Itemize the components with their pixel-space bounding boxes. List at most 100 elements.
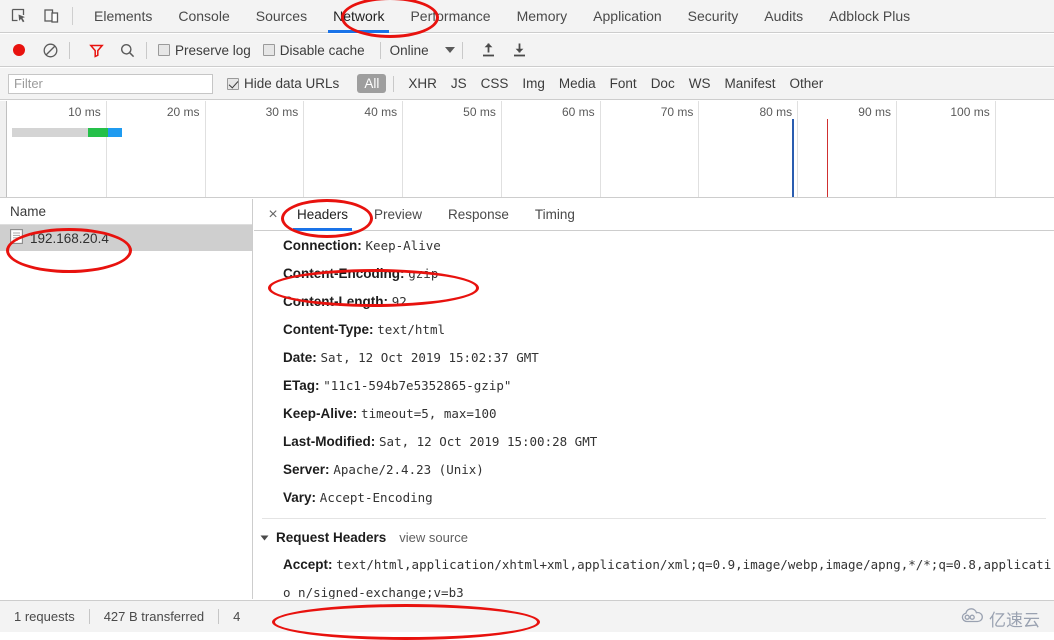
timeline-request-bar — [0, 128, 1054, 137]
header-value: Apache/2.4.23 (Unix) — [333, 462, 484, 477]
hide-data-urls-checkbox[interactable]: Hide data URLs — [227, 76, 339, 91]
chevron-down-icon[interactable] — [260, 535, 269, 541]
filter-type-other[interactable]: Other — [782, 74, 830, 93]
status-bar: 1 requests 427 B transferred 4 — [0, 600, 1054, 632]
timeline-left-handle[interactable] — [0, 101, 7, 197]
disable-cache-label: Disable cache — [279, 42, 365, 58]
watermark: 亿速云 — [961, 606, 1040, 631]
filter-type-ws[interactable]: WS — [682, 74, 718, 93]
header-row-keep-alive: Keep-Alive: timeout=5, max=100 — [254, 400, 1054, 428]
timeline-bar-segment — [11, 128, 88, 137]
toolbar-divider — [379, 41, 381, 59]
timeline-tick — [895, 101, 897, 197]
request-headers-section-header[interactable]: Request Headers view source — [254, 525, 1054, 551]
detail-tab-bar: × Headers Preview Response Timing — [254, 199, 1054, 231]
filter-type-font[interactable]: Font — [603, 74, 644, 93]
tab-network[interactable]: Network — [320, 0, 397, 33]
filter-type-doc[interactable]: Doc — [644, 74, 682, 93]
filter-type-media[interactable]: Media — [552, 74, 603, 93]
timeline-bar-segment — [87, 128, 108, 137]
device-toolbar-icon[interactable] — [38, 3, 64, 29]
cloud-icon — [961, 608, 985, 629]
toolbar-divider — [146, 41, 147, 59]
import-har-icon[interactable] — [477, 38, 501, 62]
inspect-element-icon[interactable] — [6, 3, 32, 29]
filter-type-js[interactable]: JS — [444, 74, 474, 93]
header-value: text/html — [377, 322, 445, 337]
header-name: Last-Modified: — [283, 434, 376, 449]
filter-type-css[interactable]: CSS — [474, 74, 516, 93]
view-source-link[interactable]: view source — [399, 525, 468, 551]
timeline-tick — [599, 101, 601, 197]
request-row-192-168-20-4[interactable]: 192.168.20.4 — [0, 225, 252, 251]
timeline-tick-label: 90 ms — [858, 105, 891, 119]
header-row-content-encoding: Content-Encoding: gzip — [254, 260, 1054, 288]
preserve-log-label: Preserve log — [175, 42, 251, 58]
tab-adblock-plus[interactable]: Adblock Plus — [816, 0, 923, 33]
timeline-tick-label: 60 ms — [561, 105, 595, 119]
hide-data-urls-checkbox-box[interactable] — [227, 77, 239, 90]
hide-data-urls-label: Hide data URLs — [244, 76, 340, 91]
document-icon — [10, 229, 23, 247]
filter-type-xhr[interactable]: XHR — [401, 74, 444, 93]
tab-response[interactable]: Response — [435, 199, 522, 231]
status-transferred: 427 B transferred — [103, 609, 205, 624]
timeline-tick — [698, 101, 700, 197]
throttling-select[interactable]: Online — [390, 43, 429, 58]
timeline-tick-label: 70 ms — [660, 105, 694, 119]
tab-elements[interactable]: Elements — [81, 0, 165, 33]
header-row-content-length: Content-Length: 92 — [254, 288, 1054, 316]
filter-type-manifest[interactable]: Manifest — [717, 74, 782, 93]
tab-memory[interactable]: Memory — [504, 0, 581, 33]
panel-tabs: Elements Console Sources Network Perform… — [81, 0, 923, 33]
chevron-down-icon[interactable] — [444, 47, 455, 53]
section-divider — [262, 518, 1046, 519]
filter-type-img[interactable]: Img — [515, 74, 552, 93]
headers-scroll-area[interactable]: Connection: Keep-Alive Content-Encoding:… — [254, 232, 1054, 599]
tab-preview[interactable]: Preview — [361, 199, 435, 231]
filter-input[interactable] — [8, 73, 213, 94]
network-timeline-overview[interactable]: 10 ms 20 ms 30 ms 40 ms 50 ms 60 ms 70 ms 80 ms… — [0, 101, 1054, 198]
tab-timing[interactable]: Timing — [522, 199, 588, 231]
disable-cache-checkbox-box[interactable] — [262, 44, 275, 56]
timeline-bar-segment — [107, 128, 122, 137]
timeline-tick — [994, 101, 996, 197]
header-name: Content-Encoding: — [283, 266, 405, 281]
tab-audits[interactable]: Audits — [751, 0, 816, 33]
disable-cache-checkbox[interactable]: Disable cache — [262, 42, 365, 58]
timeline-tick — [204, 101, 206, 197]
clear-icon[interactable] — [38, 38, 62, 62]
request-row-name: 192.168.20.4 — [30, 230, 109, 246]
search-icon[interactable] — [115, 38, 139, 62]
filter-type-all[interactable]: All — [357, 74, 387, 93]
tab-headers[interactable]: Headers — [284, 199, 361, 231]
timeline-tick-label: 40 ms — [364, 105, 398, 119]
request-detail-panel: × Headers Preview Response Timing Connec… — [254, 199, 1054, 599]
tab-application[interactable]: Application — [580, 0, 675, 33]
preserve-log-checkbox-box[interactable] — [158, 44, 170, 56]
request-list-column-header: Name — [0, 199, 252, 225]
filter-funnel-icon[interactable] — [84, 38, 108, 62]
tab-performance[interactable]: Performance — [397, 0, 503, 33]
header-name: ETag: — [283, 378, 320, 393]
preserve-log-checkbox[interactable]: Preserve log — [158, 43, 251, 58]
header-row-etag: ETag: "11c1-594b7e5352865-gzip" — [254, 372, 1054, 400]
header-row-accept: Accept: text/html,application/xhtml+xml,… — [254, 551, 1054, 599]
watermark-text: 亿速云 — [989, 611, 1040, 631]
header-value: gzip — [408, 266, 439, 281]
close-icon[interactable]: × — [262, 206, 284, 223]
header-name: Server: — [283, 462, 330, 477]
timeline-tick-label: 50 ms — [463, 105, 496, 119]
timeline-event-line — [826, 119, 829, 197]
timeline-tick — [402, 101, 404, 197]
header-name: Content-Length: — [283, 294, 388, 309]
header-row-server: Server: Apache/2.4.23 (Unix) — [254, 456, 1054, 484]
timeline-tick — [303, 101, 305, 197]
tab-console[interactable]: Console — [165, 0, 242, 33]
record-icon[interactable] — [7, 38, 31, 62]
export-har-icon[interactable] — [508, 38, 532, 62]
tab-sources[interactable]: Sources — [243, 0, 320, 33]
timeline-tick-label: 10 ms — [68, 105, 101, 119]
tab-security[interactable]: Security — [675, 0, 752, 33]
header-value: "11c1-594b7e5352865-gzip" — [323, 378, 512, 393]
